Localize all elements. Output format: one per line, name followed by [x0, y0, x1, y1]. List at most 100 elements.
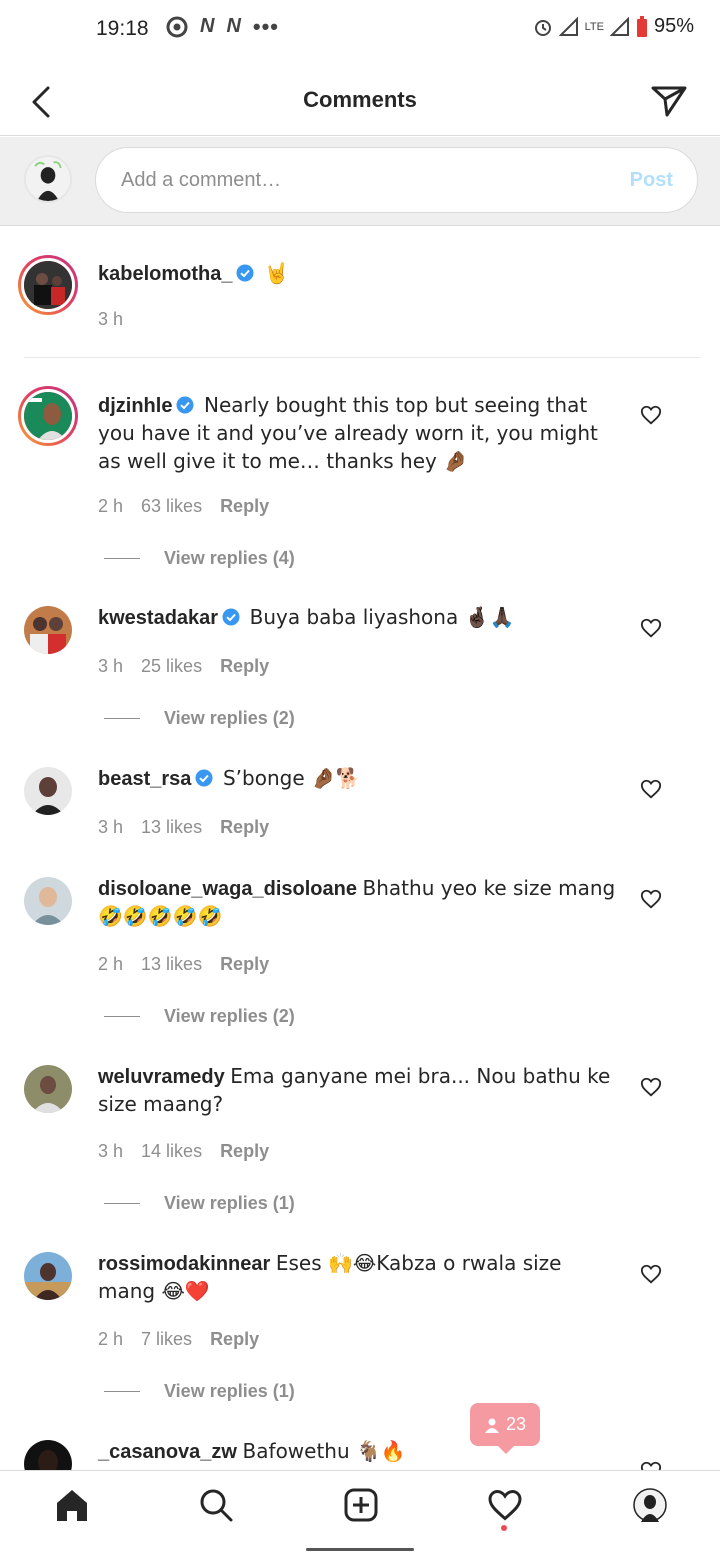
comment-body: djzinhle Nearly bought this top but seei… — [98, 392, 622, 476]
view-replies-label: View replies (2) — [164, 1006, 295, 1026]
reply-button[interactable]: Reply — [220, 1141, 269, 1162]
status-system-icons: LTE 95% — [533, 15, 694, 38]
comment-likes[interactable]: 13 likes — [141, 954, 202, 975]
comment-likes[interactable]: 14 likes — [141, 1141, 202, 1162]
nav-activity[interactable] — [485, 1485, 525, 1525]
comment-username[interactable]: rossimodakinnear — [98, 1253, 270, 1275]
like-heart-icon[interactable] — [640, 404, 662, 426]
view-replies-button[interactable]: View replies (1) — [104, 1381, 295, 1402]
comment-item: rossimodakinnear Eses 🙌😂Kabza o rwala si… — [0, 1250, 720, 1410]
nav-new-post[interactable] — [341, 1485, 381, 1525]
like-heart-icon[interactable] — [640, 1076, 662, 1098]
status-notification-icons: N N ••• — [166, 15, 279, 38]
caption-username[interactable]: kabelomotha_ — [98, 263, 232, 285]
comment-likes[interactable]: 13 likes — [141, 817, 202, 838]
page-title: Comments — [303, 87, 417, 112]
comment-username[interactable]: beast_rsa — [98, 768, 191, 790]
more-notifications-icon: ••• — [252, 13, 280, 39]
caption-time: 3 h — [98, 309, 124, 329]
like-heart-icon[interactable] — [640, 1263, 662, 1285]
comment-composer: Add a comment… Post — [0, 137, 720, 226]
activity-notification-badge[interactable]: 23 — [470, 1403, 540, 1454]
status-time: 19:18 — [96, 17, 149, 40]
verified-badge-icon — [236, 264, 254, 282]
comment-item: kwestadakar Buya baba liyashona 🤞🏿🙏🏿 3 h… — [0, 604, 720, 734]
comment-item: _casanova_zw Bafowethu 🐐🔥 — [0, 1438, 720, 1470]
comment-input[interactable]: Add a comment… Post — [95, 147, 698, 213]
comment-body: kwestadakar Buya baba liyashona 🤞🏿🙏🏿 — [98, 604, 622, 632]
nav-search[interactable] — [196, 1485, 236, 1525]
reply-button[interactable]: Reply — [220, 954, 269, 975]
comment-text: Bafowethu 🐐🔥 — [242, 1439, 406, 1463]
like-heart-icon[interactable] — [640, 778, 662, 800]
comment-time: 3 h — [98, 1141, 124, 1161]
like-heart-icon[interactable] — [640, 617, 662, 639]
post-caption: kabelomotha_ 🤘 3 h — [0, 227, 720, 358]
comment-username[interactable]: kwestadakar — [98, 607, 218, 629]
comment-meta: 2 h 63 likes Reply — [98, 496, 269, 517]
comments-header: Comments — [0, 60, 720, 136]
post-button[interactable]: Post — [630, 169, 673, 192]
own-avatar — [24, 155, 72, 203]
avatar[interactable] — [24, 1440, 72, 1470]
comment-username[interactable]: _casanova_zw — [98, 1441, 237, 1463]
reply-button[interactable]: Reply — [220, 817, 269, 838]
signal-icon-2 — [609, 16, 629, 36]
profile-avatar — [633, 1488, 667, 1522]
view-replies-line — [104, 1203, 140, 1204]
comment-time: 3 h — [98, 817, 124, 837]
person-icon — [484, 1418, 499, 1433]
avatar[interactable] — [24, 877, 72, 925]
share-button[interactable] — [650, 84, 690, 120]
nav-home[interactable] — [52, 1485, 92, 1525]
activity-heart-icon — [488, 1489, 522, 1521]
comment-meta: 2 h 7 likes Reply — [98, 1329, 259, 1350]
avatar[interactable] — [24, 606, 72, 654]
comment-username[interactable]: djzinhle — [98, 395, 172, 417]
view-replies-button[interactable]: View replies (2) — [104, 708, 295, 729]
view-replies-line — [104, 718, 140, 719]
comment-time: 2 h — [98, 496, 124, 516]
verified-badge-icon — [195, 769, 213, 787]
view-replies-label: View replies (2) — [164, 708, 295, 728]
view-replies-button[interactable]: View replies (2) — [104, 1006, 295, 1027]
news-app-icon: N — [200, 15, 215, 37]
avatar[interactable] — [24, 1252, 72, 1300]
activity-dot — [501, 1525, 507, 1531]
nav-profile[interactable] — [630, 1485, 670, 1525]
view-replies-button[interactable]: View replies (4) — [104, 548, 295, 569]
comment-text: S’bonge 🤌🏾🐕 — [222, 766, 361, 790]
chrome-icon — [166, 16, 188, 37]
reply-button[interactable]: Reply — [210, 1329, 259, 1350]
avatar[interactable] — [18, 255, 78, 315]
reply-button[interactable]: Reply — [220, 496, 269, 517]
comment-body: beast_rsa S’bonge 🤌🏾🐕 — [98, 765, 622, 793]
view-replies-button[interactable]: View replies (1) — [104, 1193, 295, 1214]
comment-likes[interactable]: 63 likes — [141, 496, 202, 517]
avatar[interactable] — [18, 386, 78, 446]
reply-button[interactable]: Reply — [220, 656, 269, 677]
view-replies-label: View replies (4) — [164, 548, 295, 568]
view-replies-label: View replies (1) — [164, 1193, 295, 1213]
comment-likes[interactable]: 7 likes — [141, 1329, 192, 1350]
avatar[interactable] — [24, 1065, 72, 1113]
comments-list[interactable]: kabelomotha_ 🤘 3 h djzinhle Nearly bough… — [0, 227, 720, 1470]
caption-meta: 3 h — [98, 309, 123, 330]
caption-divider — [24, 357, 700, 358]
comment-username[interactable]: disoloane_waga_disoloane — [98, 878, 357, 900]
verified-badge-icon — [176, 396, 194, 414]
caption-body: kabelomotha_ 🤘 — [98, 260, 622, 288]
like-heart-icon[interactable] — [640, 1460, 662, 1470]
verified-badge-icon — [222, 608, 240, 626]
avatar[interactable] — [24, 767, 72, 815]
view-replies-line — [104, 558, 140, 559]
comment-likes[interactable]: 25 likes — [141, 656, 202, 677]
news-app-icon-2: N — [226, 15, 241, 37]
view-replies-label: View replies (1) — [164, 1381, 295, 1401]
comment-username[interactable]: weluvramedy — [98, 1066, 225, 1088]
comment-input-placeholder: Add a comment… — [121, 169, 282, 191]
view-replies-line — [104, 1016, 140, 1017]
comment-item: djzinhle Nearly bought this top but seei… — [0, 386, 720, 586]
comment-meta: 3 h 14 likes Reply — [98, 1141, 269, 1162]
like-heart-icon[interactable] — [640, 888, 662, 910]
